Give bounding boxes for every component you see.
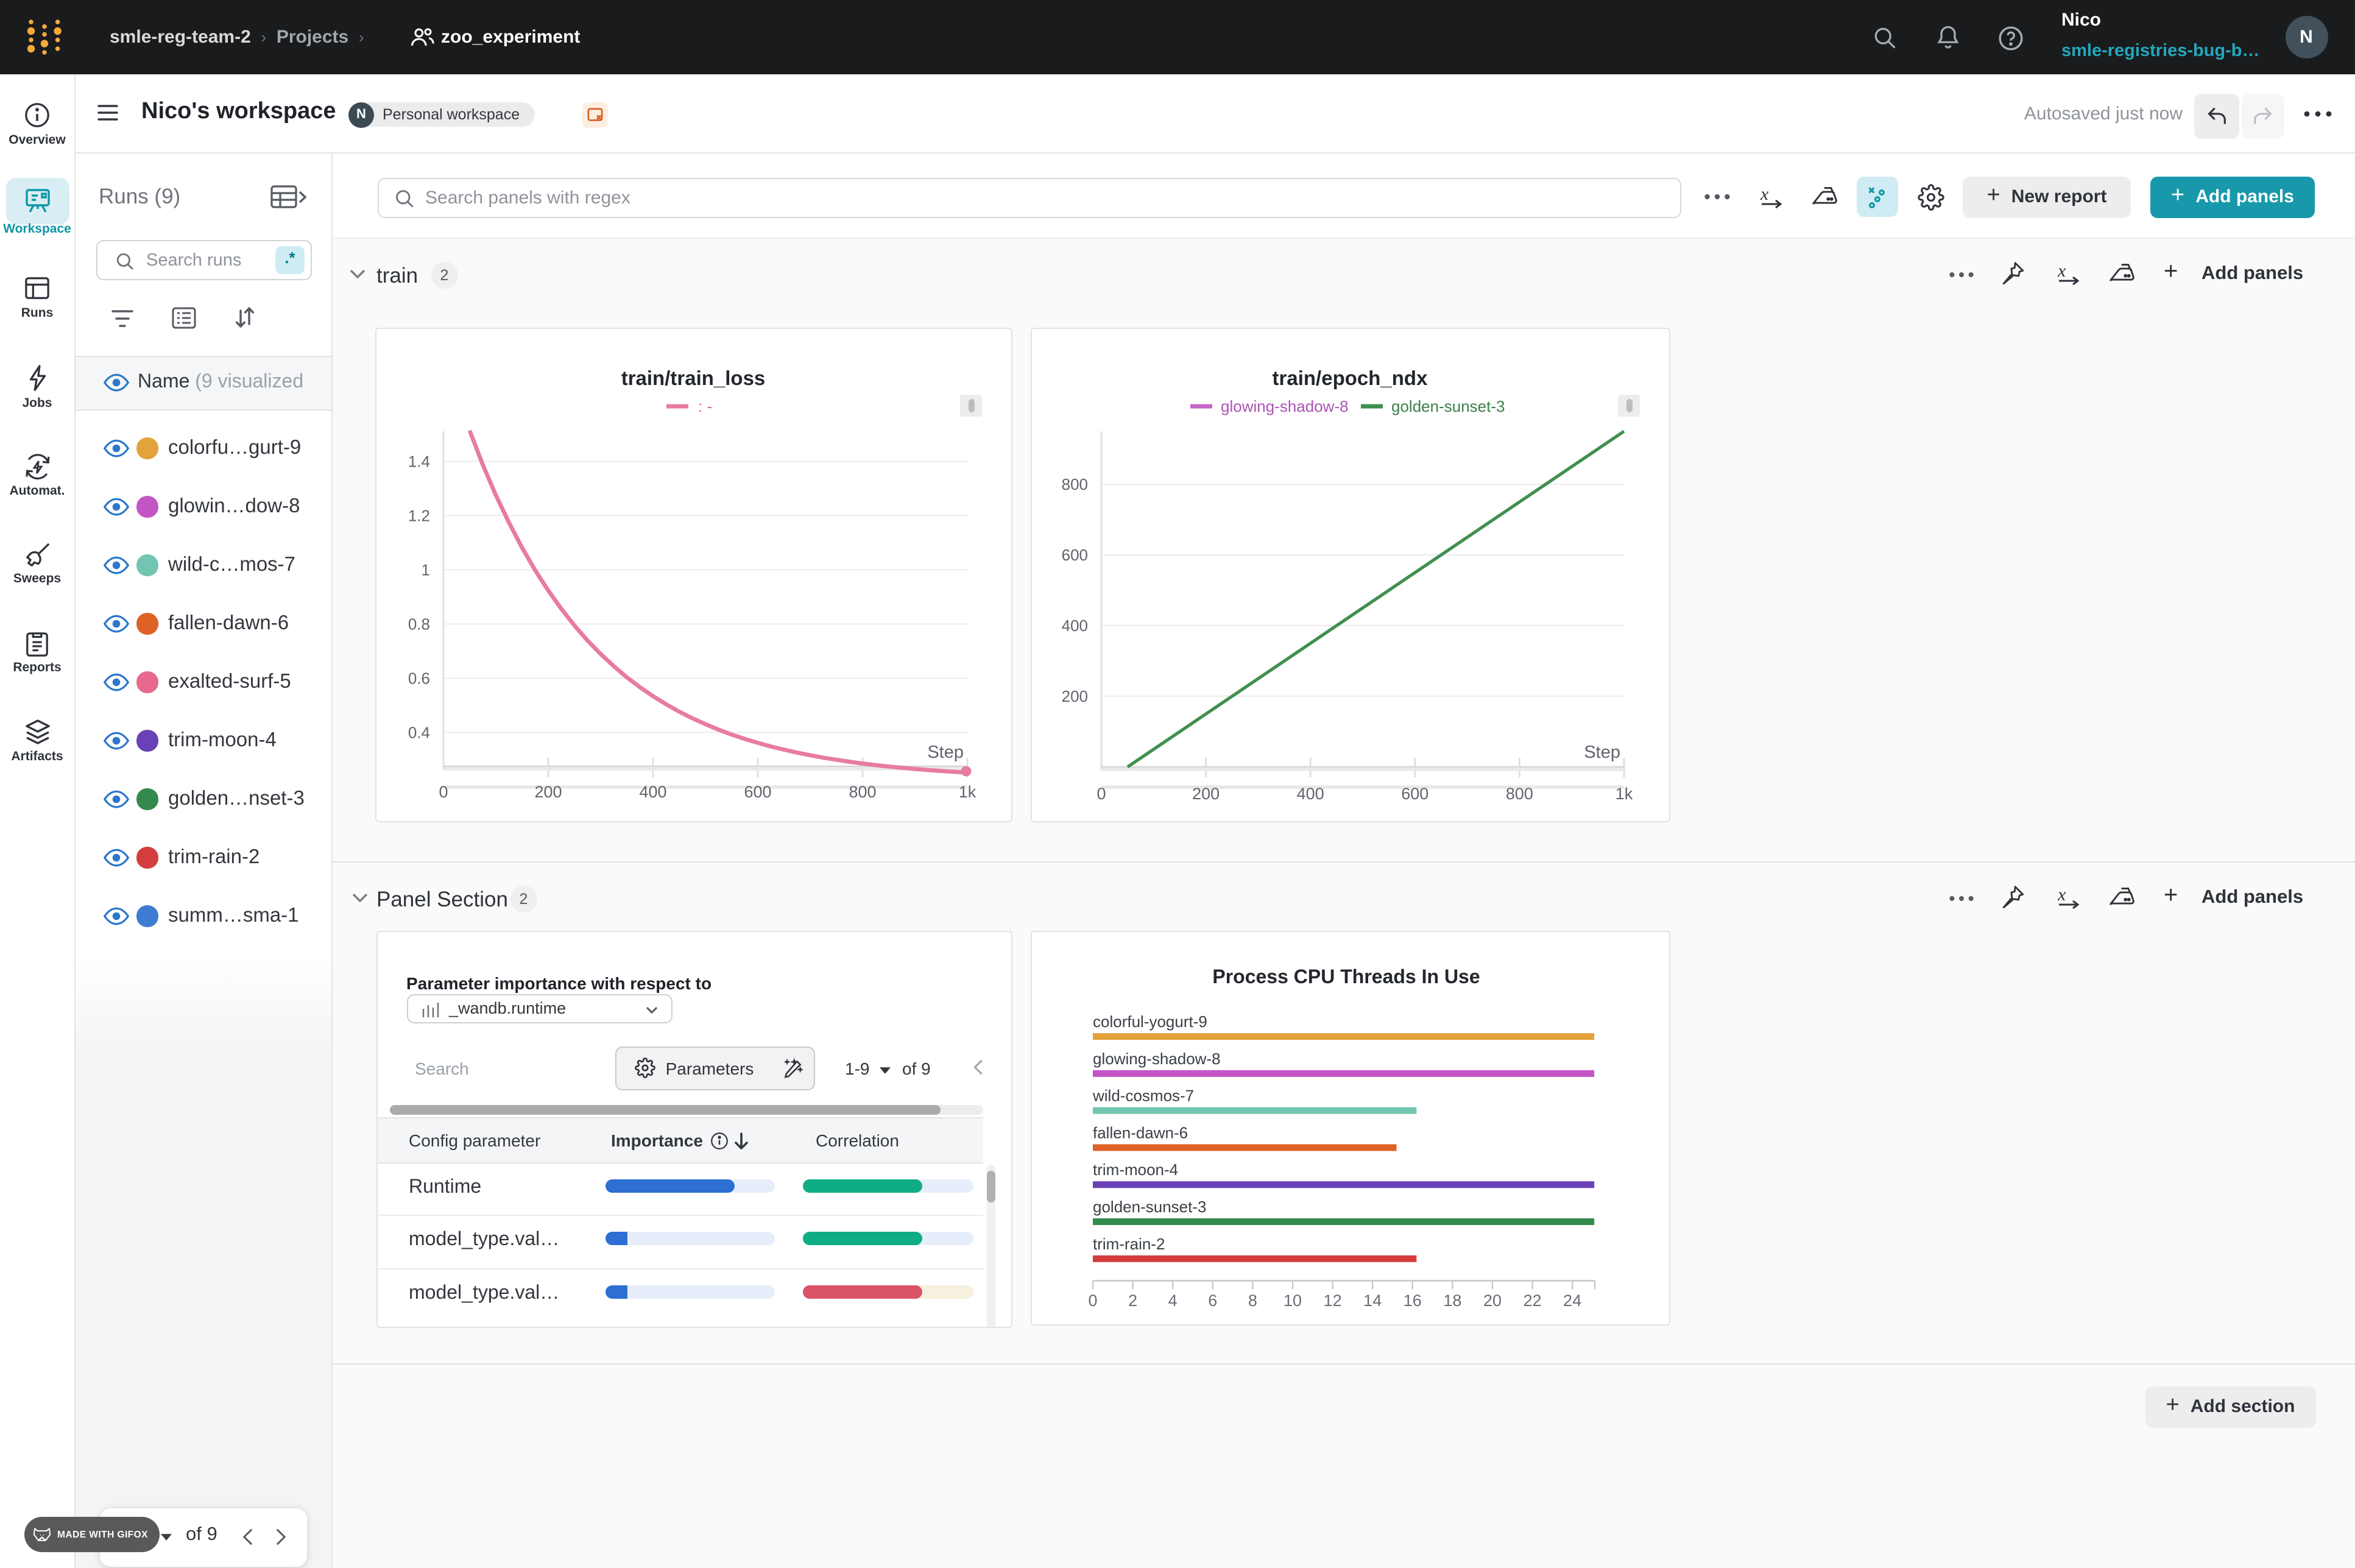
- svg-text:400: 400: [1062, 616, 1088, 635]
- svg-text:600: 600: [1062, 546, 1088, 564]
- svg-text:800: 800: [849, 783, 876, 801]
- svg-text:1k: 1k: [959, 783, 976, 801]
- svg-text:1: 1: [422, 560, 430, 579]
- svg-text:glowing-shadow-8: glowing-shadow-8: [1221, 397, 1349, 415]
- svg-text:glowing-shadow-8: glowing-shadow-8: [1092, 1049, 1220, 1067]
- svg-text:0: 0: [1087, 1291, 1096, 1309]
- svg-text:24: 24: [1562, 1291, 1581, 1309]
- svg-text:train/train_loss: train/train_loss: [621, 367, 766, 389]
- svg-text:2: 2: [1128, 1291, 1137, 1309]
- svg-text:train/epoch_ndx: train/epoch_ndx: [1273, 367, 1428, 389]
- svg-text:x: x: [2057, 885, 2066, 905]
- svg-text:trim-moon-4: trim-moon-4: [1092, 1160, 1178, 1178]
- svg-text:200: 200: [534, 783, 562, 801]
- svg-text:0: 0: [439, 783, 448, 801]
- svg-text:14: 14: [1363, 1291, 1381, 1309]
- svg-text:0.4: 0.4: [408, 723, 430, 741]
- svg-text:Step: Step: [1584, 743, 1620, 762]
- svg-text:8: 8: [1248, 1291, 1257, 1309]
- svg-text:600: 600: [1401, 785, 1428, 803]
- svg-text:200: 200: [1062, 687, 1088, 705]
- svg-text:600: 600: [744, 783, 771, 801]
- svg-text:0.6: 0.6: [408, 669, 430, 687]
- svg-text:6: 6: [1207, 1291, 1216, 1309]
- svg-text:golden-sunset-3: golden-sunset-3: [1092, 1197, 1206, 1215]
- svg-text:x: x: [2057, 261, 2066, 281]
- svg-text:12: 12: [1323, 1291, 1341, 1309]
- svg-text:Process CPU Threads In Use: Process CPU Threads In Use: [1212, 965, 1479, 987]
- svg-text:800: 800: [1506, 785, 1533, 803]
- svg-text:18: 18: [1442, 1291, 1461, 1309]
- svg-text:trim-rain-2: trim-rain-2: [1092, 1234, 1164, 1252]
- svg-text:1.4: 1.4: [408, 452, 430, 470]
- svg-text:16: 16: [1403, 1291, 1421, 1309]
- svg-text:800: 800: [1062, 475, 1088, 493]
- svg-text:1.2: 1.2: [408, 506, 430, 524]
- svg-text:colorful-yogurt-9: colorful-yogurt-9: [1092, 1012, 1207, 1030]
- svg-text:400: 400: [1297, 785, 1324, 803]
- svg-text:1k: 1k: [1615, 785, 1633, 803]
- svg-text:: -: : -: [698, 397, 712, 415]
- svg-text:4: 4: [1168, 1291, 1177, 1309]
- svg-text:20: 20: [1483, 1291, 1501, 1309]
- svg-text:0: 0: [1096, 785, 1106, 803]
- svg-text:200: 200: [1192, 785, 1220, 803]
- svg-text:10: 10: [1283, 1291, 1301, 1309]
- svg-text:fallen-dawn-6: fallen-dawn-6: [1092, 1123, 1187, 1141]
- svg-text:Step: Step: [927, 743, 964, 762]
- svg-text:golden-sunset-3: golden-sunset-3: [1391, 397, 1505, 415]
- svg-text:wild-cosmos-7: wild-cosmos-7: [1092, 1086, 1193, 1104]
- svg-text:x: x: [1760, 183, 1769, 203]
- svg-text:400: 400: [639, 783, 666, 801]
- svg-text:22: 22: [1523, 1291, 1541, 1309]
- svg-text:0.8: 0.8: [408, 615, 430, 633]
